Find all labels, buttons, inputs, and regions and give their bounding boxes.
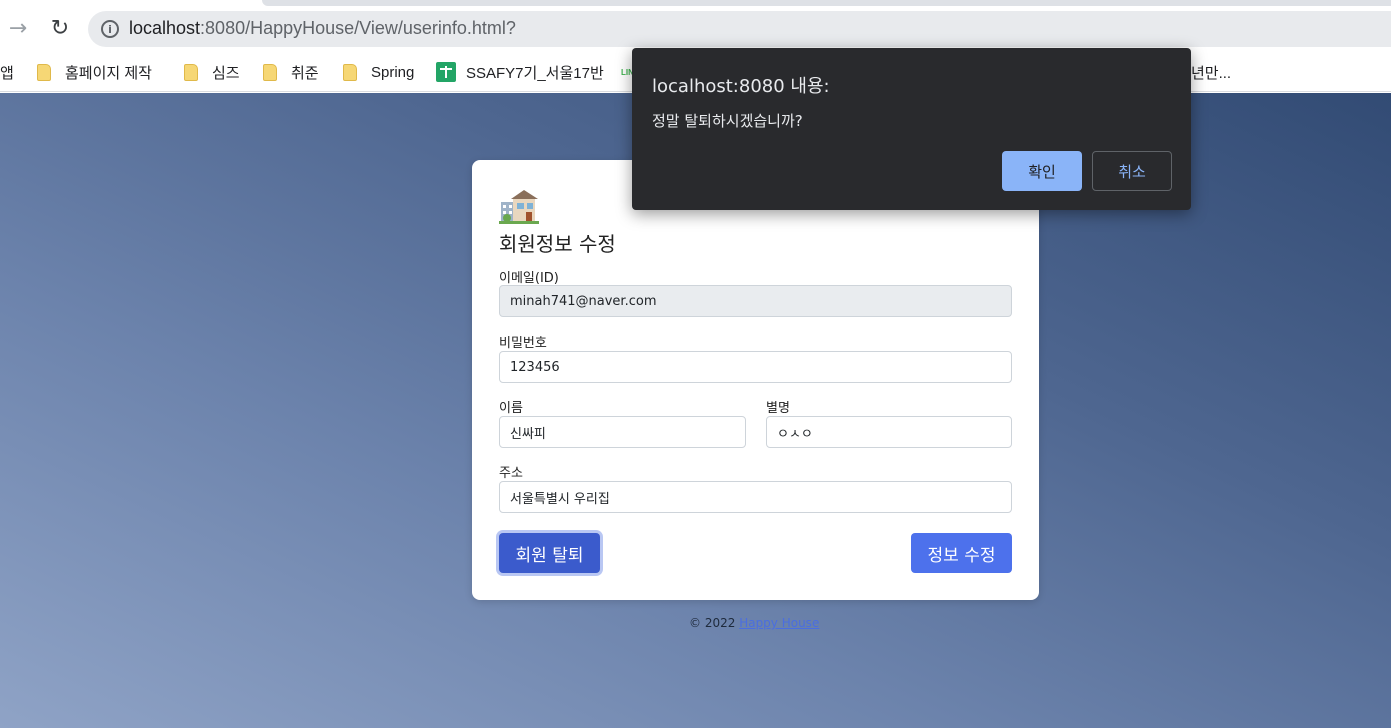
folder-icon (37, 63, 51, 81)
email-field[interactable]: minah741@naver.com (499, 285, 1012, 317)
info-icon[interactable]: i (101, 20, 119, 38)
email-label: 이메일(ID) (499, 271, 559, 286)
reload-icon[interactable]: ↻ (46, 14, 74, 42)
page-title: 회원정보 수정 (499, 232, 616, 256)
bookmark-ssafy[interactable]: SSAFY7기_서울17반 (436, 60, 604, 84)
update-info-button[interactable]: 정보 수정 (911, 533, 1012, 573)
tab-strip (262, 0, 1391, 6)
footer-copyright: © 2022 (689, 616, 736, 630)
nickname-label: 별명 (766, 401, 790, 416)
password-field[interactable]: 123456 (499, 351, 1012, 383)
name-field[interactable]: 신싸피 (499, 416, 746, 448)
sheets-icon (436, 62, 456, 82)
footer-link[interactable]: Happy House (739, 616, 819, 630)
bookmark-more[interactable]: 년만... (1191, 60, 1231, 84)
bookmark-label: 심즈 (212, 64, 240, 82)
password-label: 비밀번호 (499, 336, 547, 351)
browser-toolbar: → ↻ i localhost:8080/HappyHouse/View/use… (0, 0, 1391, 54)
url-host: localhost (129, 18, 201, 38)
dialog-message: 정말 탈퇴하시겠습니까? (652, 112, 803, 130)
name-label: 이름 (499, 401, 523, 416)
folder-icon (184, 63, 198, 81)
address-field[interactable]: 서울특별시 우리집 (499, 481, 1012, 513)
bookmark-label: 년만... (1191, 64, 1232, 82)
bookmark-label: 홈페이지 제작 (65, 64, 152, 82)
bookmark-homepage[interactable]: 홈페이지 제작 (37, 60, 152, 84)
house-logo-icon (499, 190, 539, 224)
bookmark-job[interactable]: 취준 (263, 60, 319, 84)
bookmark-apps[interactable]: 앱 (0, 60, 14, 84)
footer: © 2022 Happy House (689, 616, 819, 630)
back-arrow-icon[interactable]: → (4, 14, 32, 42)
dialog-ok-button[interactable]: 확인 (1002, 151, 1082, 191)
bookmark-label: 앱 (0, 64, 14, 82)
dialog-title: localhost:8080 내용: (652, 76, 830, 97)
dialog-cancel-button[interactable]: 취소 (1092, 151, 1172, 191)
nickname-field[interactable]: ㅇㅅㅇ (766, 416, 1012, 448)
folder-icon (263, 63, 277, 81)
bookmark-spring[interactable]: Spring (343, 60, 414, 84)
bookmark-sims[interactable]: 심즈 (184, 60, 240, 84)
withdraw-button[interactable]: 회원 탈퇴 (499, 533, 600, 573)
bookmark-label: Spring (371, 63, 415, 81)
url-path: :8080/HappyHouse/View/userinfo.html? (200, 18, 516, 38)
bookmark-label: SSAFY7기_서울17반 (466, 64, 604, 82)
url-text[interactable]: localhost:8080/HappyHouse/View/userinfo.… (129, 18, 516, 39)
folder-icon (343, 63, 357, 81)
bookmark-label: 취준 (291, 64, 319, 82)
address-label: 주소 (499, 466, 523, 481)
